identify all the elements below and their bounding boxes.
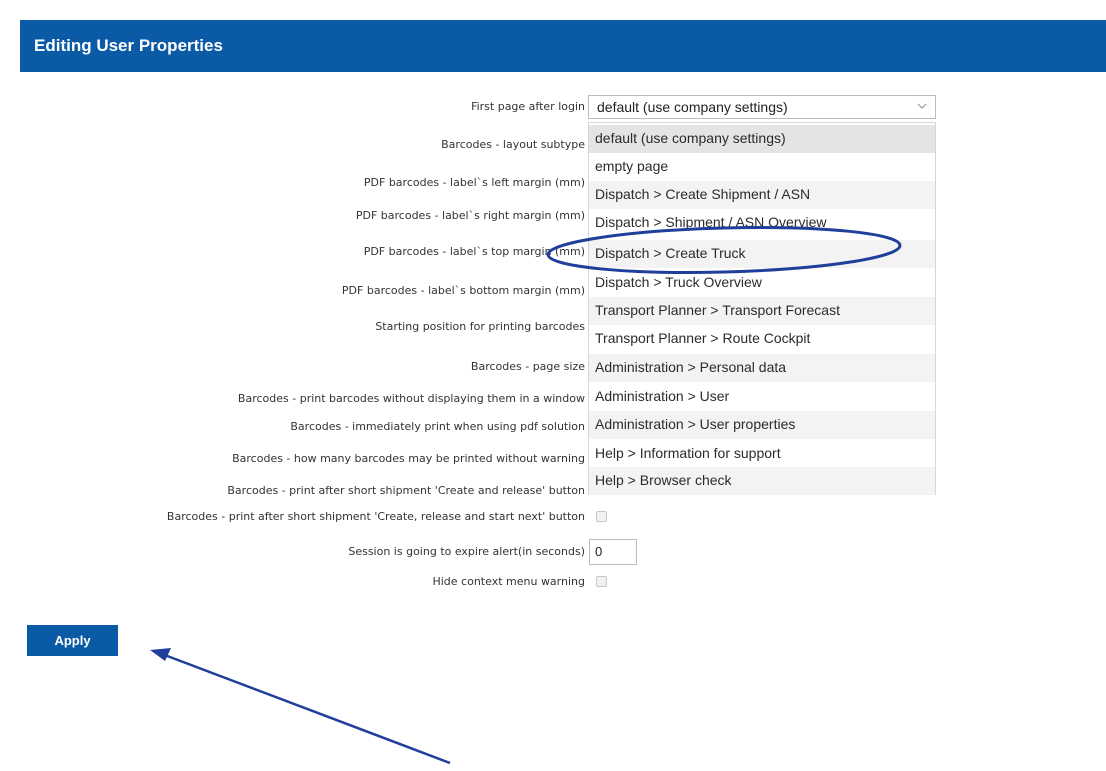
label-first-page: First page after login bbox=[471, 100, 585, 113]
dropdown-option-label: Administration > User properties bbox=[595, 416, 796, 432]
label-page-size: Barcodes - page size bbox=[470, 360, 585, 373]
label-left-margin: PDF barcodes - label`s left margin (mm) bbox=[363, 176, 585, 189]
dropdown-option-label: empty page bbox=[595, 158, 669, 174]
dropdown-option[interactable]: Help > Browser check bbox=[589, 467, 935, 495]
page-title: Editing User Properties bbox=[34, 36, 223, 55]
label-bottom-margin: PDF barcodes - label`s bottom margin (mm… bbox=[341, 284, 585, 297]
first-page-select-value: default (use company settings) bbox=[597, 99, 788, 115]
label-top-margin: PDF barcodes - label`s top margin (mm) bbox=[363, 245, 585, 258]
dropdown-option[interactable]: Dispatch > Shipment / ASN Overview bbox=[589, 209, 935, 237]
label-create-release: Barcodes - print after short shipment 'C… bbox=[227, 484, 585, 497]
dropdown-option[interactable]: Help > Information for support bbox=[589, 440, 935, 468]
dropdown-option[interactable]: Dispatch > Create Truck bbox=[589, 240, 935, 268]
label-right-margin: PDF barcodes - label`s right margin (mm) bbox=[355, 209, 585, 222]
dropdown-option[interactable]: Administration > User bbox=[589, 383, 935, 411]
label-print-without-window: Barcodes - print barcodes without displa… bbox=[237, 392, 585, 405]
dropdown-option-label: Dispatch > Truck Overview bbox=[595, 274, 762, 290]
label-starting-position: Starting position for printing barcodes bbox=[375, 320, 585, 333]
dropdown-option[interactable]: Dispatch > Create Shipment / ASN bbox=[589, 181, 935, 209]
dropdown-option-label: Administration > User bbox=[595, 388, 730, 404]
session-expire-input[interactable]: 0 bbox=[589, 539, 637, 565]
label-create-release-next: Barcodes - print after short shipment 'C… bbox=[166, 510, 585, 523]
dropdown-option-label: Transport Planner > Transport Forecast bbox=[595, 302, 840, 318]
dropdown-option[interactable]: Dispatch > Truck Overview bbox=[589, 269, 935, 297]
dropdown-option-label: Dispatch > Shipment / ASN Overview bbox=[595, 214, 827, 230]
dropdown-option-label: Help > Browser check bbox=[595, 472, 732, 488]
annotation-arrow bbox=[161, 652, 451, 765]
dropdown-option-label: Dispatch > Create Truck bbox=[595, 245, 746, 261]
label-session-expire: Session is going to expire alert(in seco… bbox=[348, 545, 585, 558]
first-page-select[interactable]: default (use company settings) bbox=[588, 95, 936, 119]
page-header: Editing User Properties bbox=[20, 20, 1106, 72]
hide-context-menu-checkbox[interactable] bbox=[596, 576, 607, 587]
first-page-dropdown: default (use company settings) empty pag… bbox=[588, 122, 936, 495]
dropdown-option[interactable]: default (use company settings) bbox=[589, 125, 935, 153]
annotation-arrowhead bbox=[150, 648, 171, 661]
label-hide-context-menu: Hide context menu warning bbox=[432, 575, 585, 588]
dropdown-option[interactable]: Transport Planner > Route Cockpit bbox=[589, 325, 935, 353]
dropdown-option[interactable]: empty page bbox=[589, 153, 935, 181]
dropdown-option[interactable]: Administration > User properties bbox=[589, 411, 935, 439]
apply-button[interactable]: Apply bbox=[27, 625, 118, 656]
annotation-overlay bbox=[150, 226, 902, 765]
dropdown-option-label: Help > Information for support bbox=[595, 445, 781, 461]
dropdown-option-label: Administration > Personal data bbox=[595, 359, 787, 375]
label-layout-subtype: Barcodes - layout subtype bbox=[441, 138, 585, 151]
dropdown-option-label: default (use company settings) bbox=[595, 130, 786, 146]
dropdown-option[interactable]: Transport Planner > Transport Forecast bbox=[589, 297, 935, 325]
print-create-release-next-checkbox[interactable] bbox=[596, 511, 607, 522]
label-barcodes-without-warning: Barcodes - how many barcodes may be prin… bbox=[232, 452, 585, 465]
chevron-down-icon bbox=[917, 103, 927, 109]
dropdown-option-label: Dispatch > Create Shipment / ASN bbox=[595, 186, 811, 202]
dropdown-option-label: Transport Planner > Route Cockpit bbox=[595, 330, 811, 346]
dropdown-option[interactable]: Administration > Personal data bbox=[589, 354, 935, 382]
label-immediately-print: Barcodes - immediately print when using … bbox=[290, 420, 585, 433]
